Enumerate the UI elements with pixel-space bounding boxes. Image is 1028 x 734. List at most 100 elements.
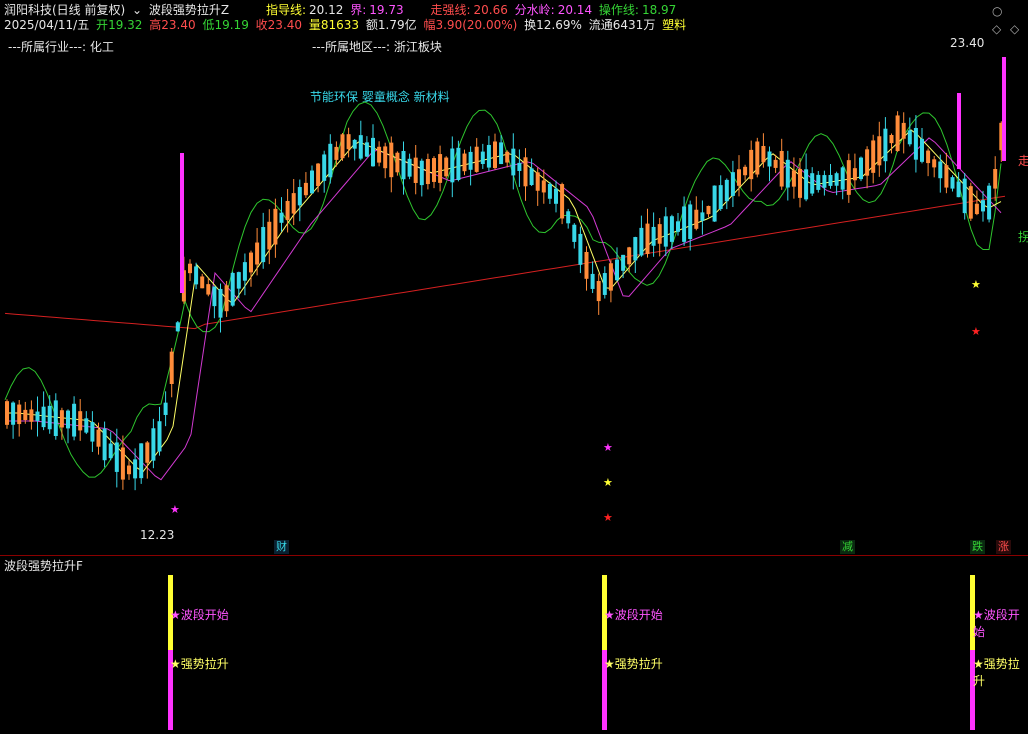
event-tag-cai[interactable]: 财 <box>274 540 289 554</box>
candle-body <box>517 162 522 171</box>
candle-body <box>926 150 931 164</box>
candle-body <box>212 286 217 307</box>
candle-body <box>383 146 388 169</box>
candle-body <box>566 211 571 224</box>
candle-body <box>249 252 253 273</box>
candle-body <box>541 180 546 193</box>
signal-pane <box>168 575 975 730</box>
candle-body <box>5 401 9 425</box>
signal-star-icon: ★ <box>170 503 180 516</box>
indicator-header: 润阳科技(日线 前复权) ⌄ 波段强势拉升Z 指导线: 20.12 界: 19.73… <box>4 2 679 18</box>
candle-body <box>120 447 125 480</box>
candle-body <box>901 122 906 139</box>
candle-body <box>145 442 150 463</box>
candle-body <box>41 406 46 428</box>
candle-body <box>371 137 375 167</box>
strong-value: 20.66 <box>473 3 508 17</box>
candle-body <box>358 135 363 159</box>
pane-divider[interactable] <box>0 555 1028 556</box>
candle-body <box>242 262 247 281</box>
candle-body <box>554 188 558 204</box>
candle-body <box>438 154 443 183</box>
high-value: 23.40 <box>161 18 196 32</box>
candle-body <box>395 152 400 173</box>
right-label-top: 走 <box>1018 154 1028 168</box>
sector-tag[interactable]: 塑料 <box>662 18 686 32</box>
candle-body <box>651 226 656 246</box>
wave-start-label-3: ★波段开始 <box>973 608 1020 639</box>
candle-body <box>377 146 382 163</box>
candle-body <box>218 288 223 318</box>
candle-body <box>608 263 613 291</box>
candle-body <box>682 206 687 242</box>
candle-body <box>419 160 424 186</box>
candle-body <box>877 136 882 166</box>
signal-star-icon: ★ <box>971 325 981 338</box>
guide-label: 指导线: <box>265 3 307 17</box>
candle-body <box>59 410 64 428</box>
divide-value: 20.14 <box>557 3 593 17</box>
candle-body <box>883 128 888 162</box>
candle-body <box>743 166 748 176</box>
ma-line <box>4 195 1006 330</box>
right-label-mid: 拐 <box>1018 230 1028 244</box>
candle-body <box>230 272 235 306</box>
candle-body <box>718 185 723 209</box>
candle-body <box>895 115 900 151</box>
open-value: 19.32 <box>108 18 143 32</box>
indicator-name[interactable]: 波段强势拉升Z <box>149 3 229 17</box>
candle-body <box>200 276 205 289</box>
candle-body <box>102 428 107 461</box>
candle-body <box>224 285 229 312</box>
candle-body <box>920 138 924 162</box>
signal-star-icon: ★ <box>603 476 613 489</box>
vol-value: 81633 <box>320 18 360 32</box>
event-tag-zhang[interactable]: 涨 <box>996 540 1011 554</box>
maximize-icon[interactable]: ○ <box>992 4 1002 18</box>
wave-start-label-1: ★波段开始 <box>170 608 229 622</box>
candle-body <box>133 459 138 479</box>
guide-value: 20.12 <box>309 3 344 17</box>
candle-body <box>822 175 827 188</box>
kline-chart[interactable]: ★ ★ ★ ★ ★ ★ <box>0 33 1028 553</box>
candle-body <box>657 224 662 244</box>
event-tag-die[interactable]: 跌 <box>970 540 985 554</box>
candle-body <box>596 280 601 302</box>
settings-icon[interactable]: ⌄ <box>132 3 142 17</box>
candle-body <box>663 216 668 247</box>
amt-label: 额 <box>365 18 378 32</box>
app-title: 润阳科技(日线 前复权) <box>4 3 126 17</box>
candle-body <box>188 263 192 274</box>
candle-body <box>590 273 595 289</box>
candle-body <box>694 209 699 229</box>
open-label: 开 <box>96 18 109 32</box>
low-value: 19.19 <box>214 18 249 32</box>
candle-body <box>78 411 83 431</box>
candle-body <box>340 134 345 159</box>
candle-body <box>364 142 369 157</box>
candle-body <box>962 178 967 214</box>
candle-body <box>169 351 174 384</box>
wave-start-label-2: ★波段开始 <box>604 608 663 622</box>
candle-body <box>633 237 638 261</box>
candle-body <box>316 163 321 186</box>
candle-body <box>84 418 89 433</box>
candle-body <box>127 465 131 475</box>
candle-body <box>114 442 119 472</box>
candle-body <box>236 272 241 289</box>
candle-body <box>688 204 693 240</box>
candle-body <box>944 165 949 188</box>
candle-body <box>462 153 467 172</box>
candle-body <box>889 135 894 144</box>
candle-body <box>987 185 992 220</box>
candle-body <box>578 233 583 265</box>
candle-body <box>859 157 863 180</box>
candle-body <box>572 224 577 242</box>
quote-line: 2025/04/11/五 开19.32 高23.40 低19.19 收23.40… <box>4 17 689 33</box>
candle-body <box>639 227 644 256</box>
candle-body <box>23 409 28 421</box>
candle-body <box>90 422 95 442</box>
candle-body <box>828 174 833 186</box>
candle-body <box>310 170 314 194</box>
event-tag-jian[interactable]: 减 <box>840 540 855 554</box>
